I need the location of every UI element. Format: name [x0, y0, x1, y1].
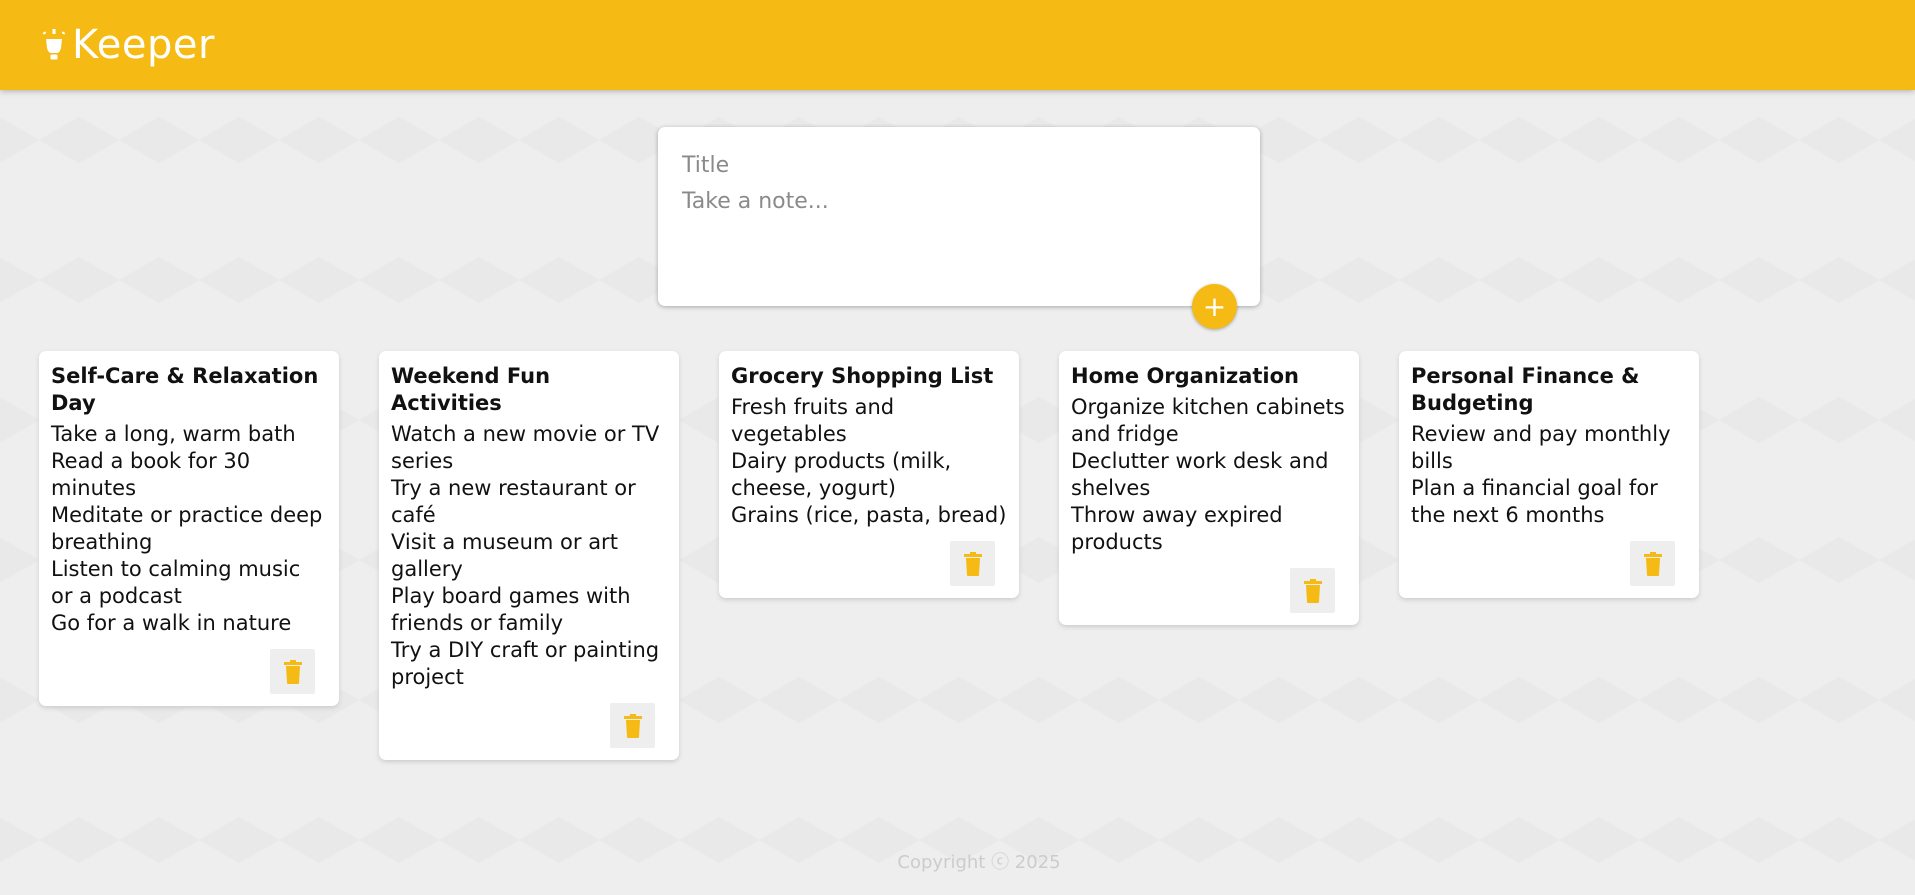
note-actions	[51, 649, 327, 694]
note-card: Home Organization Organize kitchen cabine…	[1059, 351, 1359, 625]
trash-icon	[963, 551, 982, 576]
lightbulb-icon	[42, 29, 66, 60]
plus-icon: +	[1202, 290, 1227, 323]
note-title: Self-Care & Relaxation Day	[51, 364, 319, 415]
note-content-line: Go for a walk in nature	[51, 611, 292, 635]
note-title-input[interactable]	[682, 149, 1242, 181]
trash-icon	[1303, 578, 1322, 603]
note-actions	[391, 703, 667, 748]
note-content-line: Play board games with friends or family	[391, 584, 631, 635]
note-card: Self-Care & Relaxation Day Take a long, w…	[39, 351, 339, 706]
note-content-line: Grains (rice, pasta, bread)	[731, 503, 1007, 527]
note-title: Personal Finance & Budgeting	[1411, 364, 1640, 415]
note-content-line: Listen to calming music or a podcast	[51, 557, 301, 608]
note-card: Grocery Shopping List Fresh fruits and ve…	[719, 351, 1019, 598]
note-card: Weekend Fun Activities Watch a new movie …	[379, 351, 679, 760]
note-actions	[731, 541, 1007, 586]
copyright-text: Copyright ⓒ 2025	[897, 852, 1061, 873]
note-content-line: Dairy products (milk, cheese, yogurt)	[731, 449, 952, 500]
note-content-line: Declutter work desk and shelves	[1071, 449, 1329, 500]
note-content-textarea[interactable]	[682, 189, 1242, 269]
app-logo[interactable]: Keeper	[40, 20, 215, 70]
delete-note-button[interactable]	[1630, 541, 1675, 586]
add-note-button[interactable]: +	[1192, 284, 1237, 329]
note-content-line: Take a long, warm bath	[51, 422, 296, 446]
note-content-line: Read a book for 30 minutes	[51, 449, 251, 500]
note-content-line: Fresh fruits and vegetables	[731, 395, 895, 446]
trash-icon	[1643, 551, 1662, 576]
note-actions	[1411, 541, 1687, 586]
note-content-line: Visit a museum or art gallery	[391, 530, 618, 581]
note-content-line: Try a DIY craft or painting project	[391, 638, 660, 689]
note-content-line: Organize kitchen cabinets and fridge	[1071, 395, 1345, 446]
delete-note-button[interactable]	[610, 703, 655, 748]
note-content-line: Review and pay monthly bills	[1411, 422, 1671, 473]
trash-icon	[283, 659, 302, 684]
delete-note-button[interactable]	[1290, 568, 1335, 613]
note-card: Personal Finance & Budgeting Review and p…	[1399, 351, 1699, 598]
note-title: Grocery Shopping List	[731, 364, 994, 388]
note-actions	[1071, 568, 1347, 613]
app-title: Keeper	[72, 22, 215, 68]
delete-note-button[interactable]	[270, 649, 315, 694]
app-header: Keeper	[0, 0, 1915, 90]
note-title: Home Organization	[1071, 364, 1300, 388]
note-content-line: Plan a financial goal for the next 6 mon…	[1411, 476, 1658, 527]
note-content-line: Throw away expired products	[1071, 503, 1283, 554]
note-content-line: Watch a new movie or TV series	[391, 422, 660, 473]
delete-note-button[interactable]	[950, 541, 995, 586]
note-title: Weekend Fun Activities	[391, 364, 551, 415]
footer: Copyright ⓒ 2025	[0, 848, 1915, 874]
note-content-line: Meditate or practice deep breathing	[51, 503, 323, 554]
trash-icon	[623, 713, 642, 738]
note-content-line: Try a new restaurant or café	[391, 476, 636, 527]
create-note-form	[658, 127, 1260, 306]
